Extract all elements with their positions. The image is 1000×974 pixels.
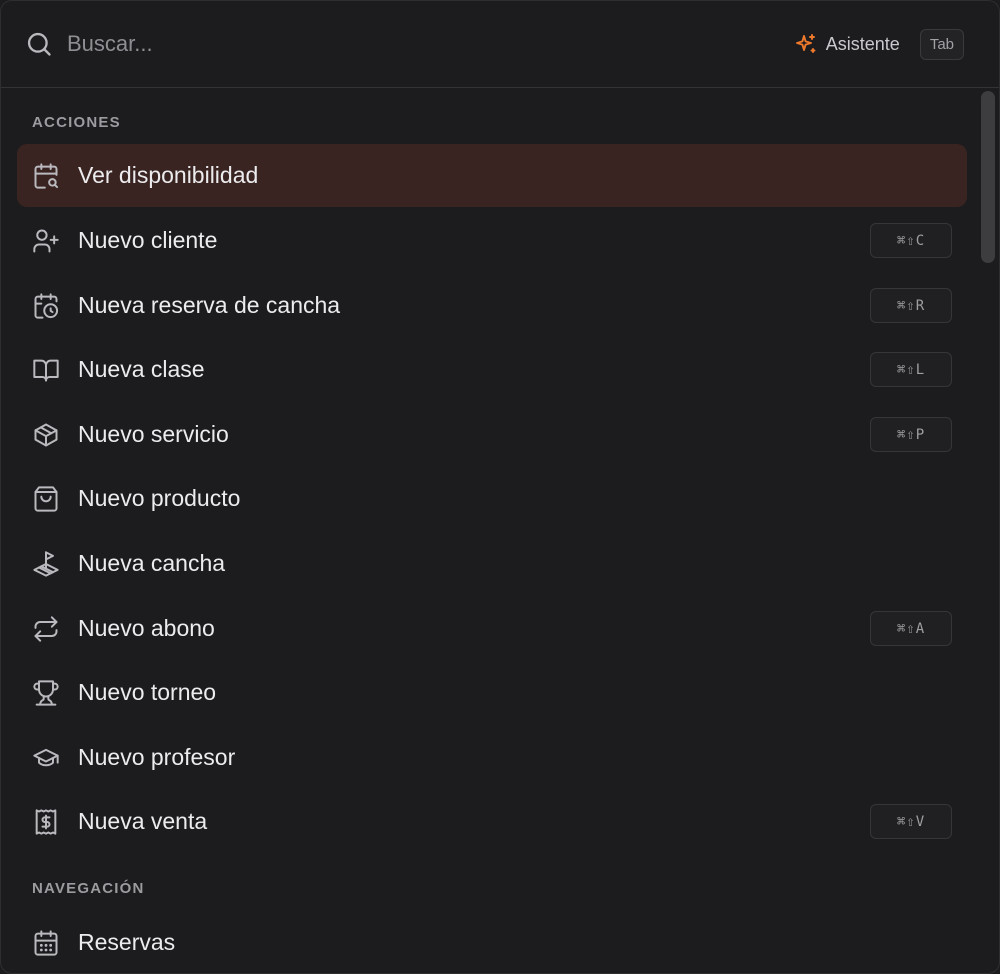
action-label: Nueva cancha [78,550,226,576]
repeat-icon [31,614,61,644]
action-label: Nueva venta [78,808,208,834]
tab-key-hint: Tab [919,28,964,60]
shortcut-hint: ⌘⇧A [870,611,952,646]
action-label: Nuevo servicio [78,421,229,447]
user-plus-icon [31,226,61,256]
action-nueva-clase[interactable]: Nueva clase ⌘⇧L [17,338,967,401]
assistant-button[interactable]: Asistente [790,27,904,61]
book-open-icon [31,355,61,385]
shortcut-hint: ⌘⇧P [870,417,952,452]
action-label: Nuevo producto [78,485,241,511]
nav-reservas[interactable]: Reservas [17,911,967,973]
shortcut-hint: ⌘⇧R [870,288,952,323]
shortcut-hint: ⌘⇧C [870,223,952,258]
action-nuevo-profesor[interactable]: Nuevo profesor [17,726,967,789]
shortcut-hint: ⌘⇧L [870,352,952,387]
search-icon [25,30,53,58]
search-input[interactable] [67,24,790,64]
action-label: Nuevo profesor [78,744,236,770]
action-nueva-reserva[interactable]: Nueva reserva de cancha ⌘⇧R [17,274,967,337]
sparkles-icon [794,32,818,56]
action-nueva-venta[interactable]: Nueva venta ⌘⇧V [17,790,967,853]
action-ver-disponibilidad[interactable]: Ver disponibilidad [17,144,967,207]
calendar-clock-icon [31,291,61,321]
action-nuevo-abono[interactable]: Nuevo abono ⌘⇧A [17,597,967,660]
calendar-icon [31,928,61,958]
shopping-bag-icon [31,484,61,514]
action-nuevo-producto[interactable]: Nuevo producto [17,467,967,530]
command-list[interactable]: ACCIONES Ver disponibilidad Nuevo client… [1,89,999,973]
trophy-icon [31,678,61,708]
section-title-navigation: NAVEGACIÓN [32,880,145,897]
action-label: Ver disponibilidad [78,162,259,188]
action-nuevo-servicio[interactable]: Nuevo servicio ⌘⇧P [17,403,967,466]
action-nuevo-torneo[interactable]: Nuevo torneo [17,661,967,724]
action-nuevo-cliente[interactable]: Nuevo cliente ⌘⇧C [17,209,967,272]
action-label: Nuevo torneo [78,679,217,705]
shortcut-hint: ⌘⇧V [870,804,952,839]
nav-label: Reservas [78,929,176,955]
search-bar: Asistente Tab [1,1,999,88]
action-nueva-cancha[interactable]: Nueva cancha [17,532,967,595]
action-label: Nuevo abono [78,615,215,641]
command-palette: Asistente Tab ACCIONES Ver disponibilida… [0,0,1000,974]
action-label: Nueva clase [78,356,205,382]
assistant-label: Asistente [825,33,900,54]
receipt-icon [31,807,61,837]
section-title-actions: ACCIONES [32,114,121,131]
land-plot-icon [31,549,61,579]
package-icon [31,420,61,450]
calendar-search-icon [31,161,61,191]
action-label: Nueva reserva de cancha [78,292,341,318]
scrollbar-thumb[interactable] [981,91,995,263]
graduation-cap-icon [31,743,61,773]
action-label: Nuevo cliente [78,227,218,253]
